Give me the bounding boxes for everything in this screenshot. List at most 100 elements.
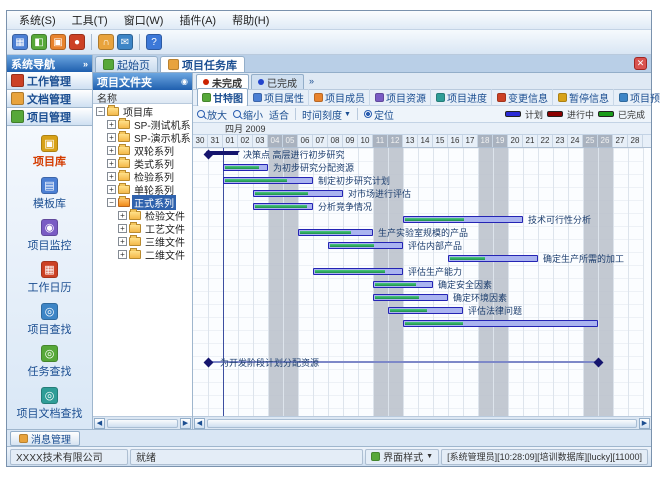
task-progress-bar [315, 270, 385, 273]
help-icon[interactable]: ? [146, 34, 162, 50]
subtab-pause-info[interactable]: 暂停信息 [554, 89, 614, 106]
task-bar[interactable] [388, 307, 463, 314]
subtab-project-properties[interactable]: 项目属性 [249, 89, 309, 106]
gantt-chart-icon [202, 93, 211, 102]
task-bar[interactable] [298, 229, 373, 236]
task-bar[interactable] [223, 177, 313, 184]
legend-swatch [505, 111, 521, 117]
subtab-label: 变更信息 [508, 90, 548, 105]
legend-label: 进行中 [567, 108, 594, 121]
tree-toggle-icon[interactable]: + [118, 237, 127, 246]
task-bar[interactable] [403, 320, 598, 327]
filter-more-icon[interactable]: » [309, 76, 314, 86]
toolbar-separator [91, 34, 92, 50]
sidebar-item-project-doc-search[interactable]: ◎项目文档查找 [17, 387, 83, 421]
weekend-column [493, 148, 508, 416]
filter-tab-unfinished[interactable]: 未完成 [196, 74, 249, 89]
pin-icon[interactable]: ◉ [181, 77, 188, 86]
explorer-icon[interactable]: ◧ [31, 34, 47, 50]
tree-toggle-icon[interactable]: − [96, 107, 105, 116]
tree-toggle-icon[interactable]: + [107, 172, 116, 181]
gantt-horizontal-scrollbar[interactable]: ◀ ▶ [193, 416, 651, 429]
sidebar-section-work-management[interactable]: 工作管理 [7, 72, 92, 90]
lock-icon[interactable]: ∩ [98, 34, 114, 50]
locate-button[interactable]: 定位 [364, 107, 394, 122]
chevron-down-icon: ▼ [344, 111, 351, 118]
subtab-gantt-chart[interactable]: 甘特图 [197, 88, 248, 107]
menu-item-window[interactable]: 窗口(W) [116, 10, 172, 30]
task-bar[interactable] [253, 203, 313, 210]
sidebar-item-project-library[interactable]: ▣项目库 [33, 135, 66, 169]
tree-item[interactable]: +二维文件 [93, 248, 192, 261]
menu-item-plugins[interactable]: 插件(A) [171, 10, 224, 30]
subtab-project-members[interactable]: 项目成员 [310, 89, 370, 106]
sidebar-item-project-search[interactable]: ◎项目查找 [28, 303, 72, 337]
close-tab-button[interactable]: ✕ [634, 57, 647, 70]
sidebar-collapse-icon[interactable]: » [83, 59, 88, 69]
subtab-project-resources[interactable]: 项目资源 [371, 89, 431, 106]
grid-line [643, 148, 644, 416]
sidebar-item-label: 项目监控 [28, 237, 72, 253]
desktop-icon[interactable]: ▦ [12, 34, 28, 50]
task-bar[interactable] [313, 268, 403, 275]
task-bar[interactable] [373, 294, 448, 301]
day-cell: 12 [388, 135, 403, 147]
ui-style-selector[interactable]: 界面样式 ▼ [365, 449, 439, 465]
tree-toggle-icon[interactable]: + [118, 224, 127, 233]
scroll-left-icon[interactable]: ◀ [94, 418, 105, 429]
folder-icon [129, 224, 141, 233]
day-cell: 16 [448, 135, 463, 147]
tree-toggle-icon[interactable]: − [107, 198, 116, 207]
timescale-dropdown[interactable]: 时间刻度▼ [302, 107, 351, 122]
task-label: 评估法律问题 [468, 306, 522, 316]
refresh-icon[interactable]: ● [69, 34, 85, 50]
subtab-change-info[interactable]: 变更信息 [493, 89, 553, 106]
tree-toggle-icon[interactable]: + [107, 185, 116, 194]
task-bar[interactable] [403, 216, 523, 223]
menu-item-tools[interactable]: 工具(T) [64, 10, 116, 30]
fit-button[interactable]: 适合 [269, 107, 289, 122]
tree-toggle-icon[interactable]: + [118, 250, 127, 259]
scroll-right-icon[interactable]: ▶ [180, 418, 191, 429]
gantt-canvas: 决策点 高层进行初步研究为初步研究分配资源制定初步研究计划对市场进行评估分析竞争… [193, 148, 643, 416]
task-bar[interactable] [373, 281, 433, 288]
scroll-left-icon[interactable]: ◀ [194, 418, 205, 429]
sidebar-section-document-management[interactable]: 文档管理 [7, 90, 92, 108]
sidebar-item-task-search[interactable]: ◎任务查找 [28, 345, 72, 379]
sidebar-section-project-management[interactable]: 项目管理 [7, 108, 92, 126]
task-label: 确定环境因素 [453, 293, 507, 303]
menu-item-help[interactable]: 帮助(H) [224, 10, 277, 30]
sidebar-item-project-monitor[interactable]: ◉项目监控 [28, 219, 72, 253]
task-bar[interactable] [328, 242, 403, 249]
day-cell: 30 [193, 135, 208, 147]
sidebar-item-template-library[interactable]: ▤模板库 [33, 177, 66, 211]
tree-toggle-icon[interactable]: + [118, 211, 127, 220]
subtab-project-budget[interactable]: 项目预算 [615, 89, 660, 106]
template-library-icon: ▤ [41, 177, 58, 194]
zoom-in-icon [197, 110, 205, 118]
tree-toggle-icon[interactable]: + [107, 120, 116, 129]
scroll-thumb[interactable] [207, 419, 637, 428]
milestone-icon[interactable] [204, 358, 214, 368]
menu-item-system[interactable]: 系统(S) [11, 10, 64, 30]
tree-horizontal-scrollbar[interactable]: ◀ ▶ [93, 416, 192, 429]
tree-toggle-icon[interactable]: + [107, 159, 116, 168]
subtab-project-progress[interactable]: 项目进度 [432, 89, 492, 106]
message-icon[interactable]: ✉ [117, 34, 133, 50]
zoom-out-button[interactable]: 缩小 [233, 107, 263, 122]
sidebar-item-work-calendar[interactable]: ▦工作日历 [28, 261, 72, 295]
message-manager-tab[interactable]: 消息管理 [10, 431, 80, 446]
task-bar[interactable] [223, 164, 268, 171]
day-cell: 28 [628, 135, 643, 147]
scroll-thumb[interactable] [107, 419, 178, 428]
zoom-in-button[interactable]: 放大 [197, 107, 227, 122]
filter-tab-finished[interactable]: 已完成 [251, 74, 304, 89]
tab-start-page[interactable]: 起始页 [95, 56, 158, 72]
tree-toggle-icon[interactable]: + [107, 146, 116, 155]
task-bar[interactable] [253, 190, 343, 197]
window-manager-icon[interactable]: ▣ [50, 34, 66, 50]
tab-project-task-library[interactable]: 项目任务库 [160, 56, 245, 72]
tree-toggle-icon[interactable]: + [107, 133, 116, 142]
scroll-right-icon[interactable]: ▶ [639, 418, 650, 429]
task-bar[interactable] [448, 255, 538, 262]
